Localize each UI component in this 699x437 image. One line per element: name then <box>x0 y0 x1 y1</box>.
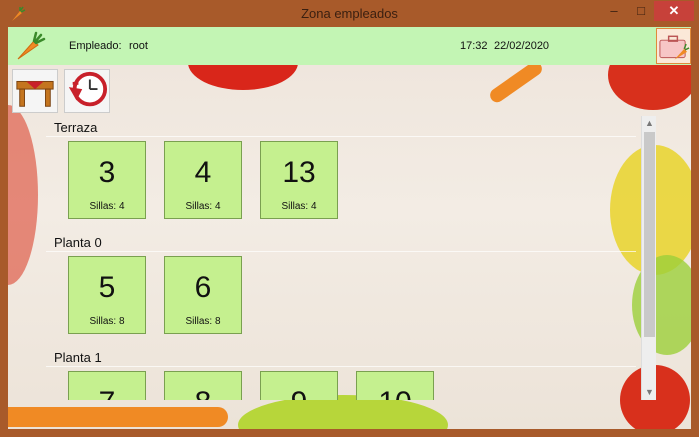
employee-name: root <box>129 40 148 52</box>
table-card[interactable]: 5 Sillas: 8 <box>68 256 146 334</box>
tables-panel[interactable]: Terraza 3 Sillas: 4 4 Sillas: 4 13 Silla… <box>46 116 642 400</box>
history-button[interactable] <box>64 69 110 113</box>
table-number: 8 <box>165 386 241 400</box>
table-number: 13 <box>282 156 316 189</box>
section-title: Planta 1 <box>54 350 102 365</box>
window-title: Zona empleados <box>301 6 398 21</box>
briefcase-carrot-icon <box>659 35 690 60</box>
scroll-up-icon[interactable]: ▲ <box>642 116 657 131</box>
maximize-button[interactable]: □ <box>627 1 655 21</box>
section-divider <box>46 366 636 367</box>
scroll-down-icon[interactable]: ▼ <box>642 385 657 400</box>
section-divider <box>46 136 636 137</box>
section-title: Planta 0 <box>54 235 102 250</box>
table-card[interactable]: 10 <box>356 371 434 400</box>
close-button[interactable]: ✕ <box>654 1 694 21</box>
table-card[interactable]: 4 Sillas: 4 <box>164 141 242 219</box>
table-seats: Sillas: 4 <box>281 201 317 212</box>
carrot-logo-icon <box>17 31 46 60</box>
employee-label: Empleado: <box>69 40 122 52</box>
title-bar: Zona empleados – □ ✕ <box>0 0 699 27</box>
bottom-pepper-image <box>238 395 448 429</box>
table-seats: Sillas: 8 <box>185 316 221 327</box>
table-number: 4 <box>194 156 212 189</box>
table-card[interactable]: 13 Sillas: 4 <box>260 141 338 219</box>
app-window: Zona empleados – □ ✕ Empleado: root 17:3… <box>0 0 699 437</box>
table-card[interactable]: 8 <box>164 371 242 400</box>
red-left-image <box>8 105 38 285</box>
table-seats: Sillas: 4 <box>185 201 221 212</box>
toolbar <box>8 65 691 113</box>
table-card[interactable]: 3 Sillas: 4 <box>68 141 146 219</box>
scroll-thumb[interactable] <box>644 132 655 337</box>
table-card[interactable]: 7 <box>68 371 146 400</box>
bottom-carrot-image <box>8 407 228 427</box>
clock-time: 17:32 <box>460 40 488 52</box>
table-number: 6 <box>194 271 212 304</box>
section-title: Terraza <box>54 120 98 135</box>
table-icon <box>16 80 54 107</box>
section-divider <box>46 251 636 252</box>
table-number: 10 <box>357 386 433 400</box>
logout-button[interactable] <box>656 28 691 64</box>
table-number: 5 <box>98 271 116 304</box>
tables-view-button[interactable] <box>12 69 58 113</box>
table-card[interactable]: 6 Sillas: 8 <box>164 256 242 334</box>
table-number: 9 <box>261 386 337 400</box>
table-number: 7 <box>69 386 145 400</box>
vertical-scrollbar[interactable]: ▲ ▼ <box>641 116 656 400</box>
clock-date: 22/02/2020 <box>494 40 550 52</box>
table-seats: Sillas: 4 <box>89 201 125 212</box>
table-seats: Sillas: 8 <box>89 316 125 327</box>
minimize-button[interactable]: – <box>600 1 628 21</box>
table-number: 3 <box>98 156 116 189</box>
table-card[interactable]: 9 <box>260 371 338 400</box>
clock-calendar-icon <box>68 71 108 107</box>
employee-header: Empleado: root 17:32 22/02/2020 <box>8 27 691 65</box>
